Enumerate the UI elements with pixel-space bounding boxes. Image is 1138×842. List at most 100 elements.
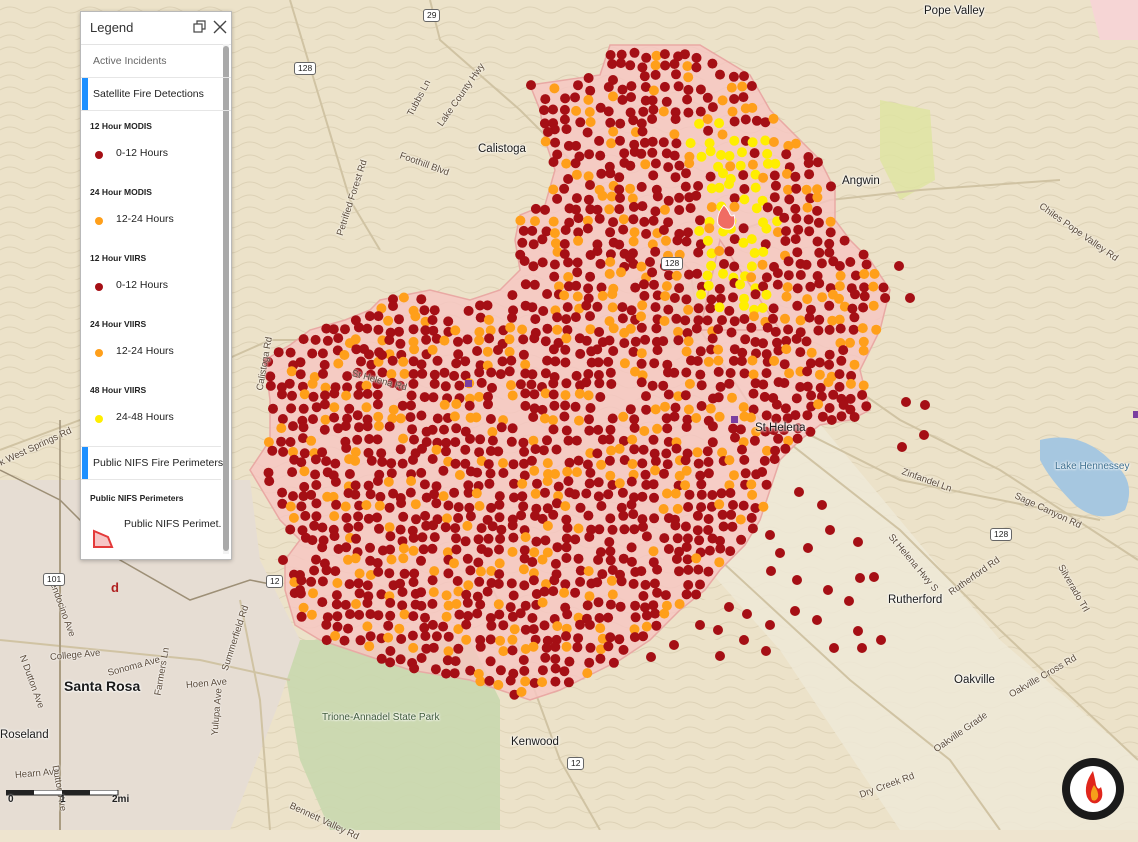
hotspot-dot[interactable] — [331, 499, 342, 510]
hotspot-dot[interactable] — [550, 676, 561, 687]
hotspot-dot[interactable] — [339, 635, 350, 646]
hotspot-dot[interactable] — [285, 501, 296, 512]
hotspot-dot[interactable] — [736, 534, 747, 545]
hotspot-dot[interactable] — [669, 129, 680, 140]
hotspot-dot[interactable] — [416, 587, 427, 598]
hotspot-dot[interactable] — [441, 611, 452, 622]
hotspot-dot[interactable] — [652, 587, 663, 598]
hotspot-dot[interactable] — [574, 415, 584, 426]
hotspot-dot[interactable] — [288, 491, 298, 502]
hotspot-dot[interactable] — [681, 346, 692, 357]
hotspot-dot[interactable] — [761, 289, 772, 300]
hotspot-dot[interactable] — [717, 315, 727, 326]
hotspot-dot[interactable] — [717, 95, 728, 106]
hotspot-dot[interactable] — [563, 677, 574, 688]
hotspot-dot[interactable] — [730, 432, 740, 443]
hotspot-dot[interactable] — [532, 478, 542, 489]
hotspot-dot[interactable] — [795, 315, 806, 326]
hotspot-dot[interactable] — [824, 403, 835, 413]
hotspot-dot[interactable] — [670, 520, 681, 531]
hotspot-dot[interactable] — [749, 148, 760, 159]
hotspot-dot[interactable] — [354, 422, 364, 433]
hotspot-dot[interactable] — [575, 619, 585, 630]
hotspot-dot[interactable] — [626, 499, 637, 510]
hotspot-dot[interactable] — [427, 344, 438, 355]
hotspot-dot[interactable] — [747, 489, 758, 500]
hotspot-dot[interactable] — [529, 547, 540, 558]
hotspot-dot[interactable] — [725, 161, 736, 172]
hotspot-dot[interactable] — [427, 619, 438, 630]
hotspot-dot[interactable] — [779, 212, 790, 223]
hotspot-dot[interactable] — [849, 412, 860, 422]
hotspot-dot[interactable] — [277, 389, 287, 400]
hotspot-dot[interactable] — [330, 458, 341, 469]
hotspot-dot[interactable] — [572, 291, 583, 302]
hotspot-dot[interactable] — [845, 257, 856, 267]
hotspot-dot[interactable] — [498, 646, 509, 657]
hotspot-dot[interactable] — [769, 170, 780, 181]
hotspot-dot[interactable] — [814, 369, 825, 380]
hotspot-dot[interactable] — [608, 126, 619, 137]
hotspot-dot[interactable] — [333, 358, 344, 369]
hotspot-dot[interactable] — [528, 575, 539, 586]
hotspot-dot[interactable] — [850, 270, 861, 281]
hotspot-dot[interactable] — [570, 489, 580, 500]
hotspot-dot[interactable] — [625, 183, 636, 194]
hotspot-dot[interactable] — [695, 346, 706, 357]
hotspot-dot[interactable] — [432, 355, 443, 366]
hotspot-dot[interactable] — [319, 359, 330, 370]
hotspot-dot[interactable] — [474, 335, 485, 346]
hotspot-dot[interactable] — [669, 411, 680, 422]
hotspot-dot[interactable] — [805, 426, 816, 437]
hotspot-dot[interactable] — [473, 534, 484, 545]
hotspot-dot[interactable] — [408, 545, 419, 556]
hotspot-dot[interactable] — [451, 544, 462, 555]
hotspot-dot[interactable] — [409, 434, 419, 445]
hotspot-dot[interactable] — [562, 609, 573, 620]
hotspot-dot[interactable] — [483, 533, 494, 544]
hotspot-dot[interactable] — [550, 238, 561, 249]
hotspot-dot[interactable] — [476, 377, 487, 388]
hotspot-dot[interactable] — [684, 489, 695, 500]
hotspot-dot[interactable] — [284, 378, 295, 389]
hotspot-dot[interactable] — [693, 303, 704, 314]
hotspot-dot[interactable] — [321, 619, 332, 630]
hotspot-dot[interactable] — [814, 247, 825, 258]
hotspot-dot[interactable] — [691, 190, 702, 201]
hotspot-dot[interactable] — [362, 421, 373, 432]
hotspot-dot[interactable] — [583, 566, 594, 577]
hotspot-dot[interactable] — [421, 334, 432, 345]
hotspot-dot[interactable] — [765, 620, 775, 630]
hotspot-dot[interactable] — [508, 590, 519, 601]
hotspot-dot[interactable] — [604, 455, 615, 466]
hotspot-dot[interactable] — [626, 542, 637, 553]
hotspot-dot[interactable] — [861, 259, 872, 270]
hotspot-dot[interactable] — [295, 369, 306, 380]
hotspot-dot[interactable] — [880, 293, 891, 303]
hotspot-dot[interactable] — [639, 216, 650, 227]
hotspot-dot[interactable] — [398, 356, 409, 367]
hotspot-dot[interactable] — [738, 402, 749, 413]
hotspot-dot[interactable] — [737, 444, 747, 455]
hotspot-dot[interactable] — [717, 447, 728, 458]
hotspot-dot[interactable] — [726, 509, 737, 520]
hotspot-dot[interactable] — [649, 279, 659, 290]
hotspot-dot[interactable] — [570, 312, 581, 323]
hotspot-dot[interactable] — [605, 227, 616, 238]
hotspot-dot[interactable] — [694, 118, 705, 129]
hotspot-dot[interactable] — [625, 253, 635, 263]
hotspot-dot[interactable] — [803, 158, 814, 169]
hotspot-dot[interactable] — [750, 182, 761, 193]
hotspot-dot[interactable] — [751, 203, 762, 214]
hotspot-dot[interactable] — [724, 305, 735, 316]
hotspot-dot[interactable] — [724, 455, 735, 466]
hotspot-dot[interactable] — [485, 468, 496, 479]
hotspot-dot[interactable] — [629, 422, 640, 433]
hotspot-dot[interactable] — [724, 179, 734, 190]
hotspot-dot[interactable] — [614, 634, 625, 645]
legend-section-satellite[interactable]: Satellite Fire Detections — [81, 78, 231, 111]
hotspot-dot[interactable] — [593, 357, 604, 368]
hotspot-dot[interactable] — [761, 410, 772, 421]
hotspot-dot[interactable] — [726, 327, 737, 338]
hotspot-dot[interactable] — [583, 73, 594, 83]
